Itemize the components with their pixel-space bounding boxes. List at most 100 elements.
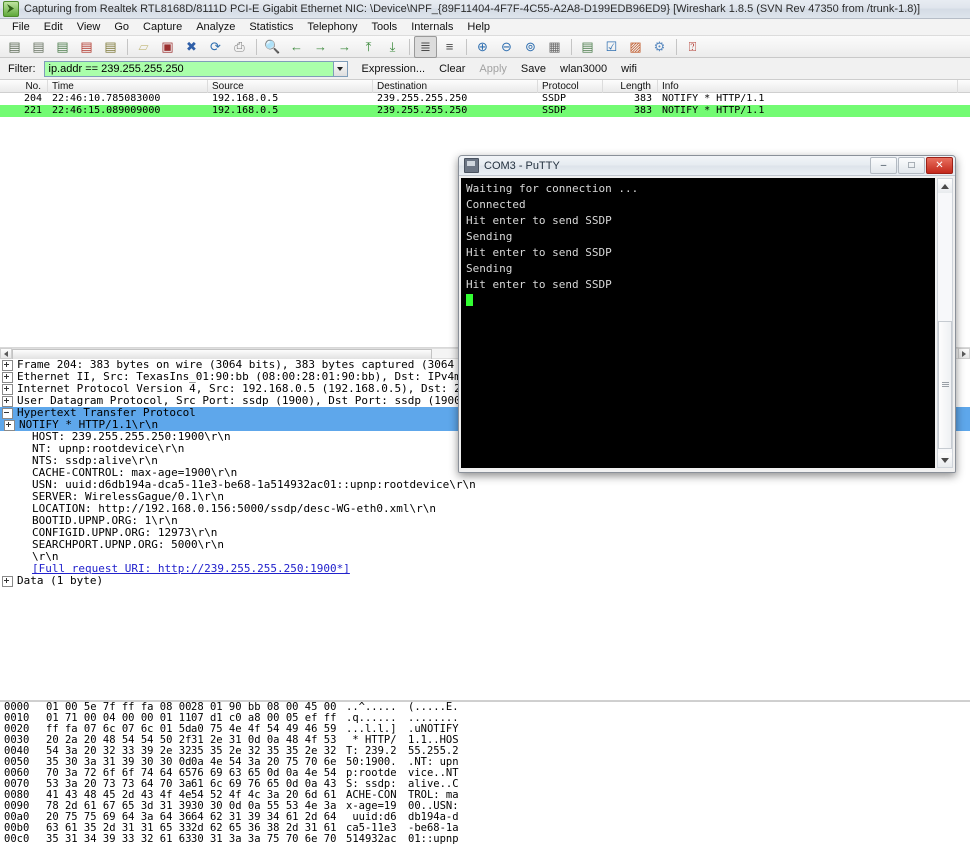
menu-item-internals[interactable]: Internals bbox=[404, 20, 460, 34]
packet-cell-time: 22:46:10.785083000 bbox=[52, 93, 161, 104]
toolbar-start-capture-button[interactable]: ▤ bbox=[51, 36, 74, 58]
toolbar-open-file-button[interactable]: ▱ bbox=[132, 36, 155, 58]
minimize-button[interactable]: – bbox=[870, 157, 897, 174]
expand-icon[interactable] bbox=[4, 419, 15, 431]
packet-bytes-pane[interactable]: 0000 01 00 5e 7f ff fa 08 0028 01 90 bb 0… bbox=[0, 701, 970, 845]
filter-bookmark-wlan3000[interactable]: wlan3000 bbox=[560, 63, 607, 75]
filter-clear-button[interactable]: Clear bbox=[439, 63, 465, 75]
putty-scrollbar[interactable] bbox=[937, 178, 953, 468]
packet-list-row[interactable]: 221 22:46:15.089009000 192.168.0.5 239.255.… bbox=[0, 105, 970, 117]
display-filter-input[interactable]: ip.addr == 239.255.255.250 bbox=[43, 60, 334, 77]
menu-item-capture[interactable]: Capture bbox=[136, 20, 189, 34]
toolbar-help-button[interactable]: ⍰ bbox=[681, 36, 704, 58]
packet-column-header-destination[interactable]: Destination bbox=[373, 79, 538, 93]
maximize-button[interactable]: □ bbox=[898, 157, 925, 174]
menu-item-go[interactable]: Go bbox=[107, 20, 136, 34]
toolbar-capture-options-button[interactable]: ▤ bbox=[27, 36, 50, 58]
packet-column-header-source[interactable]: Source bbox=[208, 79, 373, 93]
toolbar-autoscroll-button[interactable]: ≣ bbox=[414, 35, 437, 58]
chevron-left-icon bbox=[4, 350, 8, 357]
coloring-rules-icon: ▨ bbox=[629, 39, 642, 54]
hex-dump-row[interactable]: 00c0 35 31 34 39 33 32 61 6330 31 3a 3a 7… bbox=[0, 834, 970, 845]
packet-column-header-time[interactable]: Time bbox=[48, 79, 208, 93]
toolbar-display-filters-button[interactable]: ☑ bbox=[600, 36, 623, 58]
filter-expression-button[interactable]: Expression... bbox=[362, 63, 426, 75]
toolbar-go-to-packet-button[interactable]: → bbox=[333, 36, 356, 58]
putty-window[interactable]: COM3 - PuTTY – □ ✕ Waiting for connectio… bbox=[458, 155, 956, 473]
menu-item-edit[interactable]: Edit bbox=[37, 20, 70, 34]
putty-titlebar[interactable]: COM3 - PuTTY – □ ✕ bbox=[459, 156, 955, 176]
packet-column-header-no[interactable]: No. bbox=[0, 79, 48, 93]
toolbar-close-file-button[interactable]: ✖ bbox=[180, 36, 203, 58]
toolbar-stop-capture-button[interactable]: ▤ bbox=[75, 36, 98, 58]
packet-list-rows[interactable]: 204 22:46:10.785083000 192.168.0.5 239.255.… bbox=[0, 93, 970, 117]
packet-cell-destination: 239.255.255.250 bbox=[377, 105, 468, 116]
toolbar-print-button[interactable]: ⎙ bbox=[228, 36, 251, 58]
chevron-down-icon bbox=[337, 66, 343, 71]
toolbar-separator bbox=[466, 38, 467, 55]
toolbar-go-to-first-button[interactable]: ⤒ bbox=[357, 36, 380, 58]
toolbar-preferences-button[interactable]: ⚙ bbox=[648, 36, 671, 58]
menu-item-telephony[interactable]: Telephony bbox=[300, 20, 364, 34]
toolbar-restart-capture-button[interactable]: ▤ bbox=[99, 36, 122, 58]
save-file-icon: ▣ bbox=[161, 39, 174, 54]
menu-item-view[interactable]: View bbox=[70, 20, 108, 34]
filter-save-button[interactable]: Save bbox=[521, 63, 546, 75]
putty-scrollbar-thumb[interactable] bbox=[938, 321, 952, 449]
menu-item-statistics[interactable]: Statistics bbox=[242, 20, 300, 34]
expand-icon[interactable] bbox=[2, 575, 13, 587]
wireshark-title-text: Capturing from Realtek RTL8168D/8111D PC… bbox=[24, 3, 921, 15]
packet-cell-protocol: SSDP bbox=[542, 93, 567, 104]
packet-list-pane[interactable]: No. Time Source Destination Protocol Length In… bbox=[0, 79, 970, 117]
toolbar-reload-button[interactable]: ⟳ bbox=[204, 36, 227, 58]
toolbar-save-file-button[interactable]: ▣ bbox=[156, 36, 179, 58]
open-file-icon: ▱ bbox=[138, 39, 149, 54]
toolbar-zoom-reset-button[interactable]: ⊚ bbox=[519, 36, 542, 58]
toolbar-interfaces-button[interactable]: ▤ bbox=[3, 36, 26, 58]
filter-apply-button[interactable]: Apply bbox=[479, 63, 507, 75]
expand-icon[interactable] bbox=[2, 395, 13, 407]
toolbar-go-to-last-button[interactable]: ⤓ bbox=[381, 36, 404, 58]
autoscroll-icon: ≣ bbox=[420, 39, 431, 54]
packet-column-header-info[interactable]: Info bbox=[658, 79, 958, 93]
putty-terminal[interactable]: Waiting for connection ... Connected Hit e… bbox=[461, 178, 935, 468]
expand-icon[interactable] bbox=[2, 383, 13, 395]
close-button[interactable]: ✕ bbox=[926, 157, 953, 174]
menu-item-file[interactable]: File bbox=[5, 20, 37, 34]
packet-list-header[interactable]: No. Time Source Destination Protocol Length In… bbox=[0, 79, 970, 93]
restart-capture-icon: ▤ bbox=[104, 39, 117, 54]
filter-history-dropdown-button[interactable] bbox=[332, 60, 348, 77]
terminal-line: Waiting for connection ... bbox=[466, 182, 639, 195]
toolbar-zoom-out-button[interactable]: ⊖ bbox=[495, 36, 518, 58]
toolbar-coloring-rules-button[interactable]: ▨ bbox=[624, 36, 647, 58]
toolbar-find-packet-button[interactable]: 🔍 bbox=[261, 36, 284, 58]
filter-label: Filter: bbox=[8, 62, 36, 75]
putty-title-text: COM3 - PuTTY bbox=[484, 159, 560, 172]
detail-tree-node[interactable]: [Full request URI: http://239.255.255.25… bbox=[0, 563, 970, 575]
putty-scrollbar-track[interactable] bbox=[938, 193, 952, 453]
scroll-down-button[interactable] bbox=[938, 453, 952, 467]
toolbar-go-forward-button[interactable]: → bbox=[309, 36, 332, 58]
toolbar-capture-filters-button[interactable]: ▤ bbox=[576, 36, 599, 58]
packet-column-header-protocol[interactable]: Protocol bbox=[538, 79, 603, 93]
detail-tree-node[interactable]: Data (1 byte) bbox=[0, 575, 970, 587]
filter-bookmark-wifi[interactable]: wifi bbox=[621, 63, 637, 75]
menu-item-tools[interactable]: Tools bbox=[365, 20, 405, 34]
toolbar-zoom-in-button[interactable]: ⊕ bbox=[471, 36, 494, 58]
expand-icon[interactable] bbox=[2, 371, 13, 383]
display-filter-value: ip.addr == 239.255.255.250 bbox=[48, 62, 184, 75]
packet-column-header-length[interactable]: Length bbox=[603, 79, 658, 93]
detail-tree-node[interactable]: SEARCHPORT.UPNP.ORG: 5000\r\n bbox=[0, 539, 970, 551]
menu-item-analyze[interactable]: Analyze bbox=[189, 20, 242, 34]
packet-list-row[interactable]: 204 22:46:10.785083000 192.168.0.5 239.255.… bbox=[0, 93, 970, 105]
hex-ascii-right: 01::upnp bbox=[408, 833, 459, 845]
scroll-right-button[interactable] bbox=[958, 348, 970, 359]
scroll-left-button[interactable] bbox=[0, 348, 12, 359]
menu-item-help[interactable]: Help bbox=[460, 20, 497, 34]
toolbar-go-back-button[interactable]: ← bbox=[285, 36, 308, 58]
expand-icon[interactable] bbox=[2, 359, 13, 371]
toolbar-resize-columns-button[interactable]: ▦ bbox=[543, 36, 566, 58]
toolbar-colorize-button[interactable]: ≡ bbox=[438, 36, 461, 58]
collapse-icon[interactable] bbox=[2, 407, 13, 419]
scroll-up-button[interactable] bbox=[938, 179, 952, 193]
